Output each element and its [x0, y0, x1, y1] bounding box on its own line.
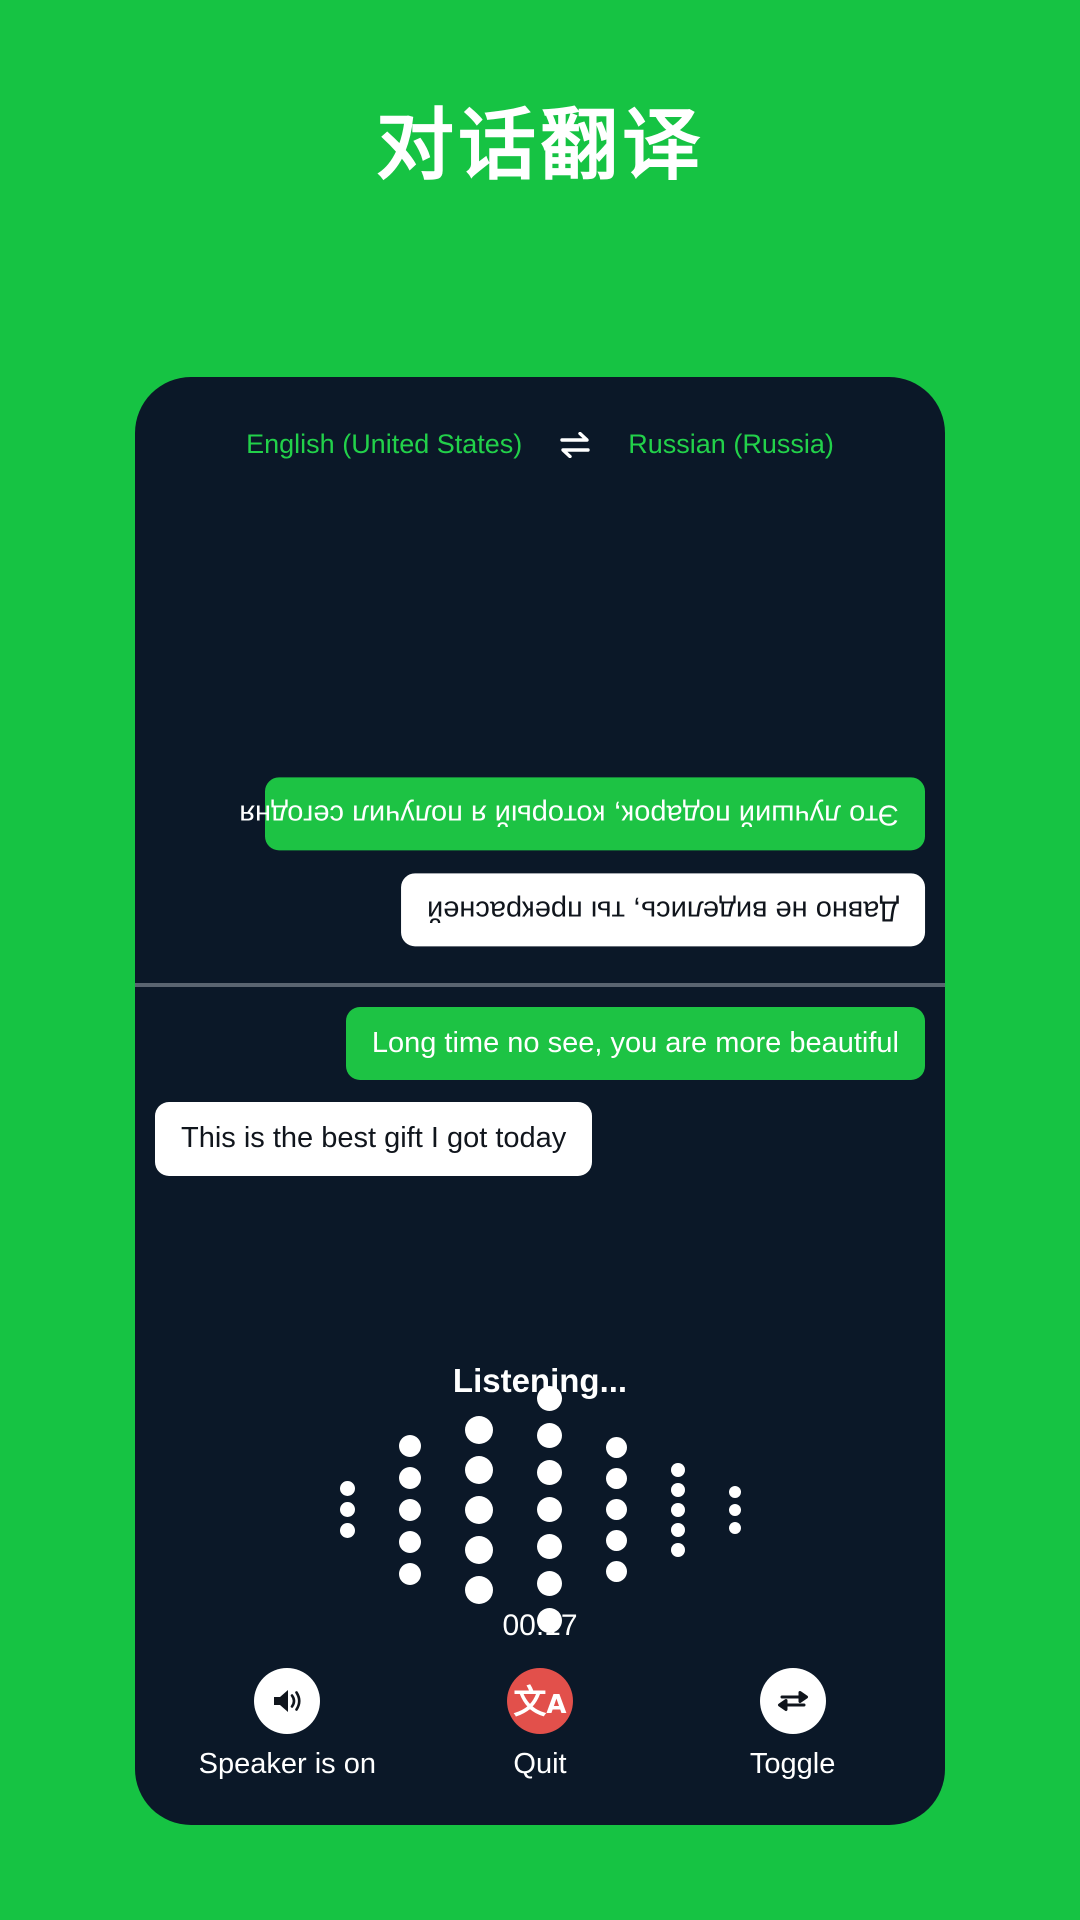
waveform-dot: [728, 1521, 741, 1534]
waveform-dot: [670, 1502, 685, 1517]
waveform-dot: [605, 1437, 627, 1458]
waveform-dot: [728, 1503, 741, 1516]
waveform-column: [339, 1478, 355, 1541]
waveform-dot: [536, 1571, 562, 1596]
speaker-on-icon: [274, 1690, 301, 1712]
quit-button-label: Quit: [513, 1748, 567, 1780]
bubble-row: Давно не виделись, ты прекрасней: [155, 872, 925, 946]
waveform-column: [536, 1380, 562, 1639]
chat-bubble[interactable]: Это лучший подарок, который я получил се…: [239, 777, 925, 851]
chat-bubble[interactable]: Long time no see, you are more beautiful: [345, 1007, 925, 1081]
toggle-button-label: Toggle: [749, 1748, 836, 1780]
panel-divider: [135, 983, 945, 987]
waveform-dot: [339, 1523, 355, 1538]
waveform-dot: [605, 1468, 627, 1489]
bubble-row: Long time no see, you are more beautiful: [155, 1007, 925, 1081]
waveform-dot: [339, 1481, 355, 1496]
waveform-dot: [398, 1530, 421, 1553]
quit-button-circle[interactable]: 文A: [506, 1668, 573, 1734]
waveform-dot: [536, 1386, 562, 1411]
waveform-column: [670, 1460, 685, 1560]
waveform-dot: [536, 1423, 562, 1448]
phone-card: English (United States) Russian (Russia)…: [135, 377, 945, 1825]
waveform-dot: [398, 1434, 421, 1457]
translated-conversation-panel: Это лучший подарок, который я получил се…: [135, 497, 945, 982]
waveform-dot: [536, 1460, 562, 1485]
bottom-controls: Speaker is on 文A Quit Toggle: [135, 1668, 945, 1781]
speaker-button-circle[interactable]: [254, 1668, 321, 1734]
toggle-button[interactable]: Toggle: [678, 1668, 908, 1781]
waveform-dot: [464, 1575, 493, 1604]
waveform-dot: [398, 1498, 421, 1521]
target-language-label[interactable]: Russian (Russia): [628, 429, 834, 460]
waveform-dot: [605, 1530, 627, 1551]
waveform-dot: [339, 1502, 355, 1517]
app-screen: 对话翻译 English (United States) Russian (Ru…: [0, 0, 1080, 1920]
speaker-button[interactable]: Speaker is on: [172, 1668, 402, 1781]
waveform-dot: [398, 1466, 421, 1489]
waveform-dot: [670, 1522, 685, 1537]
swap-horizontal-icon[interactable]: [558, 431, 592, 458]
quit-button[interactable]: 文A Quit: [425, 1668, 655, 1781]
audio-waveform: [135, 1386, 945, 1633]
speaker-button-label: Speaker is on: [198, 1748, 376, 1780]
translate-icon: 文A: [513, 1681, 567, 1721]
waveform-column: [464, 1410, 493, 1610]
waveform-dot: [536, 1497, 562, 1522]
waveform-column: [605, 1432, 627, 1587]
page-title: 对话翻译: [375, 101, 704, 191]
source-language-label[interactable]: English (United States): [246, 429, 522, 460]
bubble-row: Это лучший подарок, который я получил се…: [155, 777, 925, 851]
source-conversation-panel: Long time no see, you are more beautiful…: [135, 989, 945, 1289]
waveform-dot: [670, 1542, 685, 1557]
waveform-dot: [728, 1485, 741, 1498]
chat-bubble[interactable]: This is the best gift I got today: [155, 1102, 593, 1176]
chat-bubble[interactable]: Давно не виделись, ты прекрасней: [400, 872, 925, 946]
recording-timer: 00:17: [502, 1609, 578, 1642]
swap-loop-icon: [777, 1691, 808, 1711]
waveform-column: [728, 1483, 741, 1537]
waveform-dot: [670, 1462, 685, 1477]
language-selector-row: English (United States) Russian (Russia): [135, 429, 945, 460]
waveform-dot: [464, 1415, 493, 1444]
waveform-dot: [398, 1562, 421, 1585]
waveform-dot: [464, 1535, 493, 1564]
waveform-dot: [605, 1561, 627, 1582]
waveform-dot: [464, 1455, 493, 1484]
waveform-column: [398, 1430, 421, 1590]
waveform-dot: [605, 1499, 627, 1520]
waveform-dot: [670, 1482, 685, 1497]
waveform-dot: [536, 1534, 562, 1559]
toggle-button-circle[interactable]: [759, 1668, 826, 1734]
bubble-row: This is the best gift I got today: [155, 1102, 925, 1176]
waveform-dot: [464, 1495, 493, 1524]
